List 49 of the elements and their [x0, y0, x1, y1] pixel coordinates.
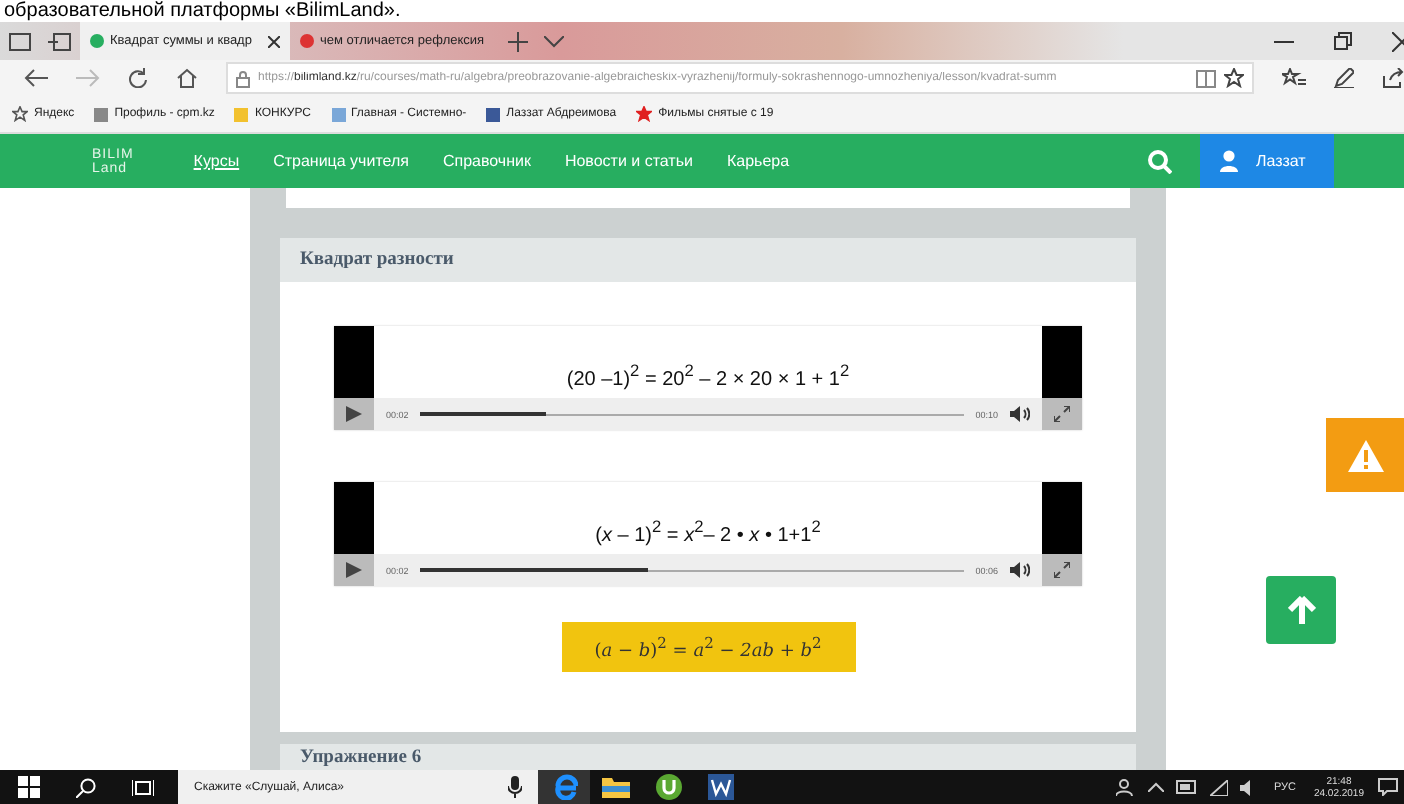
user-button[interactable]: Лаззат	[1200, 134, 1334, 188]
reading-view-icon[interactable]	[1196, 69, 1216, 87]
warning-icon	[1347, 439, 1383, 471]
volume-icon[interactable]	[1010, 562, 1030, 578]
restore-icon[interactable]	[1334, 32, 1352, 50]
scroll-up-button[interactable]	[1266, 576, 1336, 644]
minimize-icon[interactable]	[1274, 39, 1294, 43]
formula-text: (20 –1)$^{2}$ = 20$^{2}$ – 2 × 20 × 1 + 1$^{2}$	[566, 359, 850, 394]
play-icon[interactable]	[334, 554, 374, 586]
tab-back-icon[interactable]	[48, 31, 72, 51]
star-icon	[12, 106, 28, 122]
search-icon[interactable]	[76, 777, 96, 797]
notification-icon[interactable]	[1378, 778, 1398, 796]
fullscreen-icon[interactable]	[1042, 554, 1082, 586]
torrent-icon	[655, 774, 681, 800]
new-tab-icon[interactable]	[508, 31, 528, 51]
section-title: Упражнение 6	[300, 748, 422, 768]
microphone-icon[interactable]	[508, 776, 522, 798]
lock-icon	[236, 69, 250, 87]
browser-e-icon	[551, 774, 577, 800]
caption-text: образовательной платформы «BilimLand».	[2, 0, 403, 22]
section-title: Квадрат разности	[300, 250, 454, 270]
arrow-up-icon	[1287, 596, 1315, 624]
document-icon	[707, 774, 733, 800]
network-icon[interactable]	[1209, 779, 1228, 795]
fullscreen-icon[interactable]	[1042, 398, 1082, 430]
play-icon[interactable]	[334, 398, 374, 430]
home-icon[interactable]	[176, 68, 198, 88]
favorites-icon[interactable]	[1282, 68, 1306, 88]
user-icon	[1220, 150, 1238, 172]
pen-icon[interactable]	[1334, 68, 1354, 88]
task-view-icon[interactable]	[132, 777, 154, 797]
formula-highlight: (a − b)$^{2}$ = a$^{2}$ − 2ab + b$^{2}$	[561, 622, 855, 672]
folder-icon	[602, 776, 630, 798]
refresh-icon[interactable]	[128, 68, 148, 88]
chevron-down-icon[interactable]	[544, 35, 564, 47]
share-icon[interactable]	[1382, 68, 1404, 88]
star-icon	[636, 106, 653, 122]
chevron-up-icon[interactable]	[1147, 782, 1164, 792]
people-icon[interactable]	[1115, 778, 1136, 796]
windows-icon[interactable]	[18, 776, 40, 798]
tab-actions-icon[interactable]	[8, 31, 32, 51]
close-icon[interactable]	[1392, 31, 1404, 51]
battery-icon[interactable]	[1175, 780, 1198, 794]
volume-icon[interactable]	[1010, 406, 1030, 422]
close-tab-icon[interactable]	[268, 35, 280, 47]
back-icon[interactable]	[24, 68, 48, 88]
formula-text: (x – 1)$^{2}$ = x$^{2}$– 2 • x • 1+1$^{2}$	[595, 515, 821, 550]
star-icon[interactable]	[1224, 68, 1244, 88]
